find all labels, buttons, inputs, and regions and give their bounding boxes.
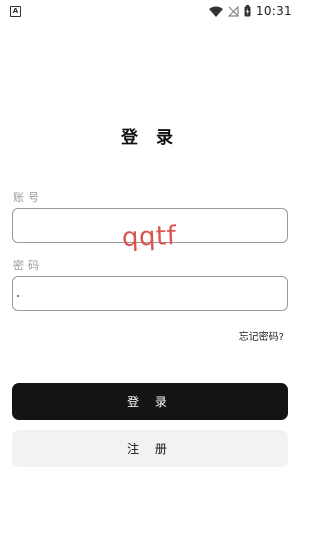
wifi-icon	[208, 6, 223, 17]
battery-charging-icon	[244, 5, 251, 17]
password-cursor	[17, 295, 19, 297]
status-time: 10:31	[255, 4, 292, 18]
status-right: 10:31	[208, 4, 300, 18]
status-bar: A 10:31	[0, 0, 300, 22]
notification-icon: A	[10, 5, 21, 17]
page-title: 登 录	[121, 128, 179, 148]
signal-off-icon	[227, 5, 239, 17]
login-button[interactable]: 登 录	[12, 383, 288, 420]
forgot-password-link[interactable]: 忘记密码?	[239, 328, 284, 343]
account-label: 账号	[13, 191, 43, 204]
captcha-text: qqtf	[121, 221, 177, 253]
register-button[interactable]: 注 册	[12, 430, 288, 467]
password-label: 密码	[13, 259, 43, 272]
status-left: A	[0, 5, 21, 17]
password-input[interactable]	[12, 276, 288, 311]
